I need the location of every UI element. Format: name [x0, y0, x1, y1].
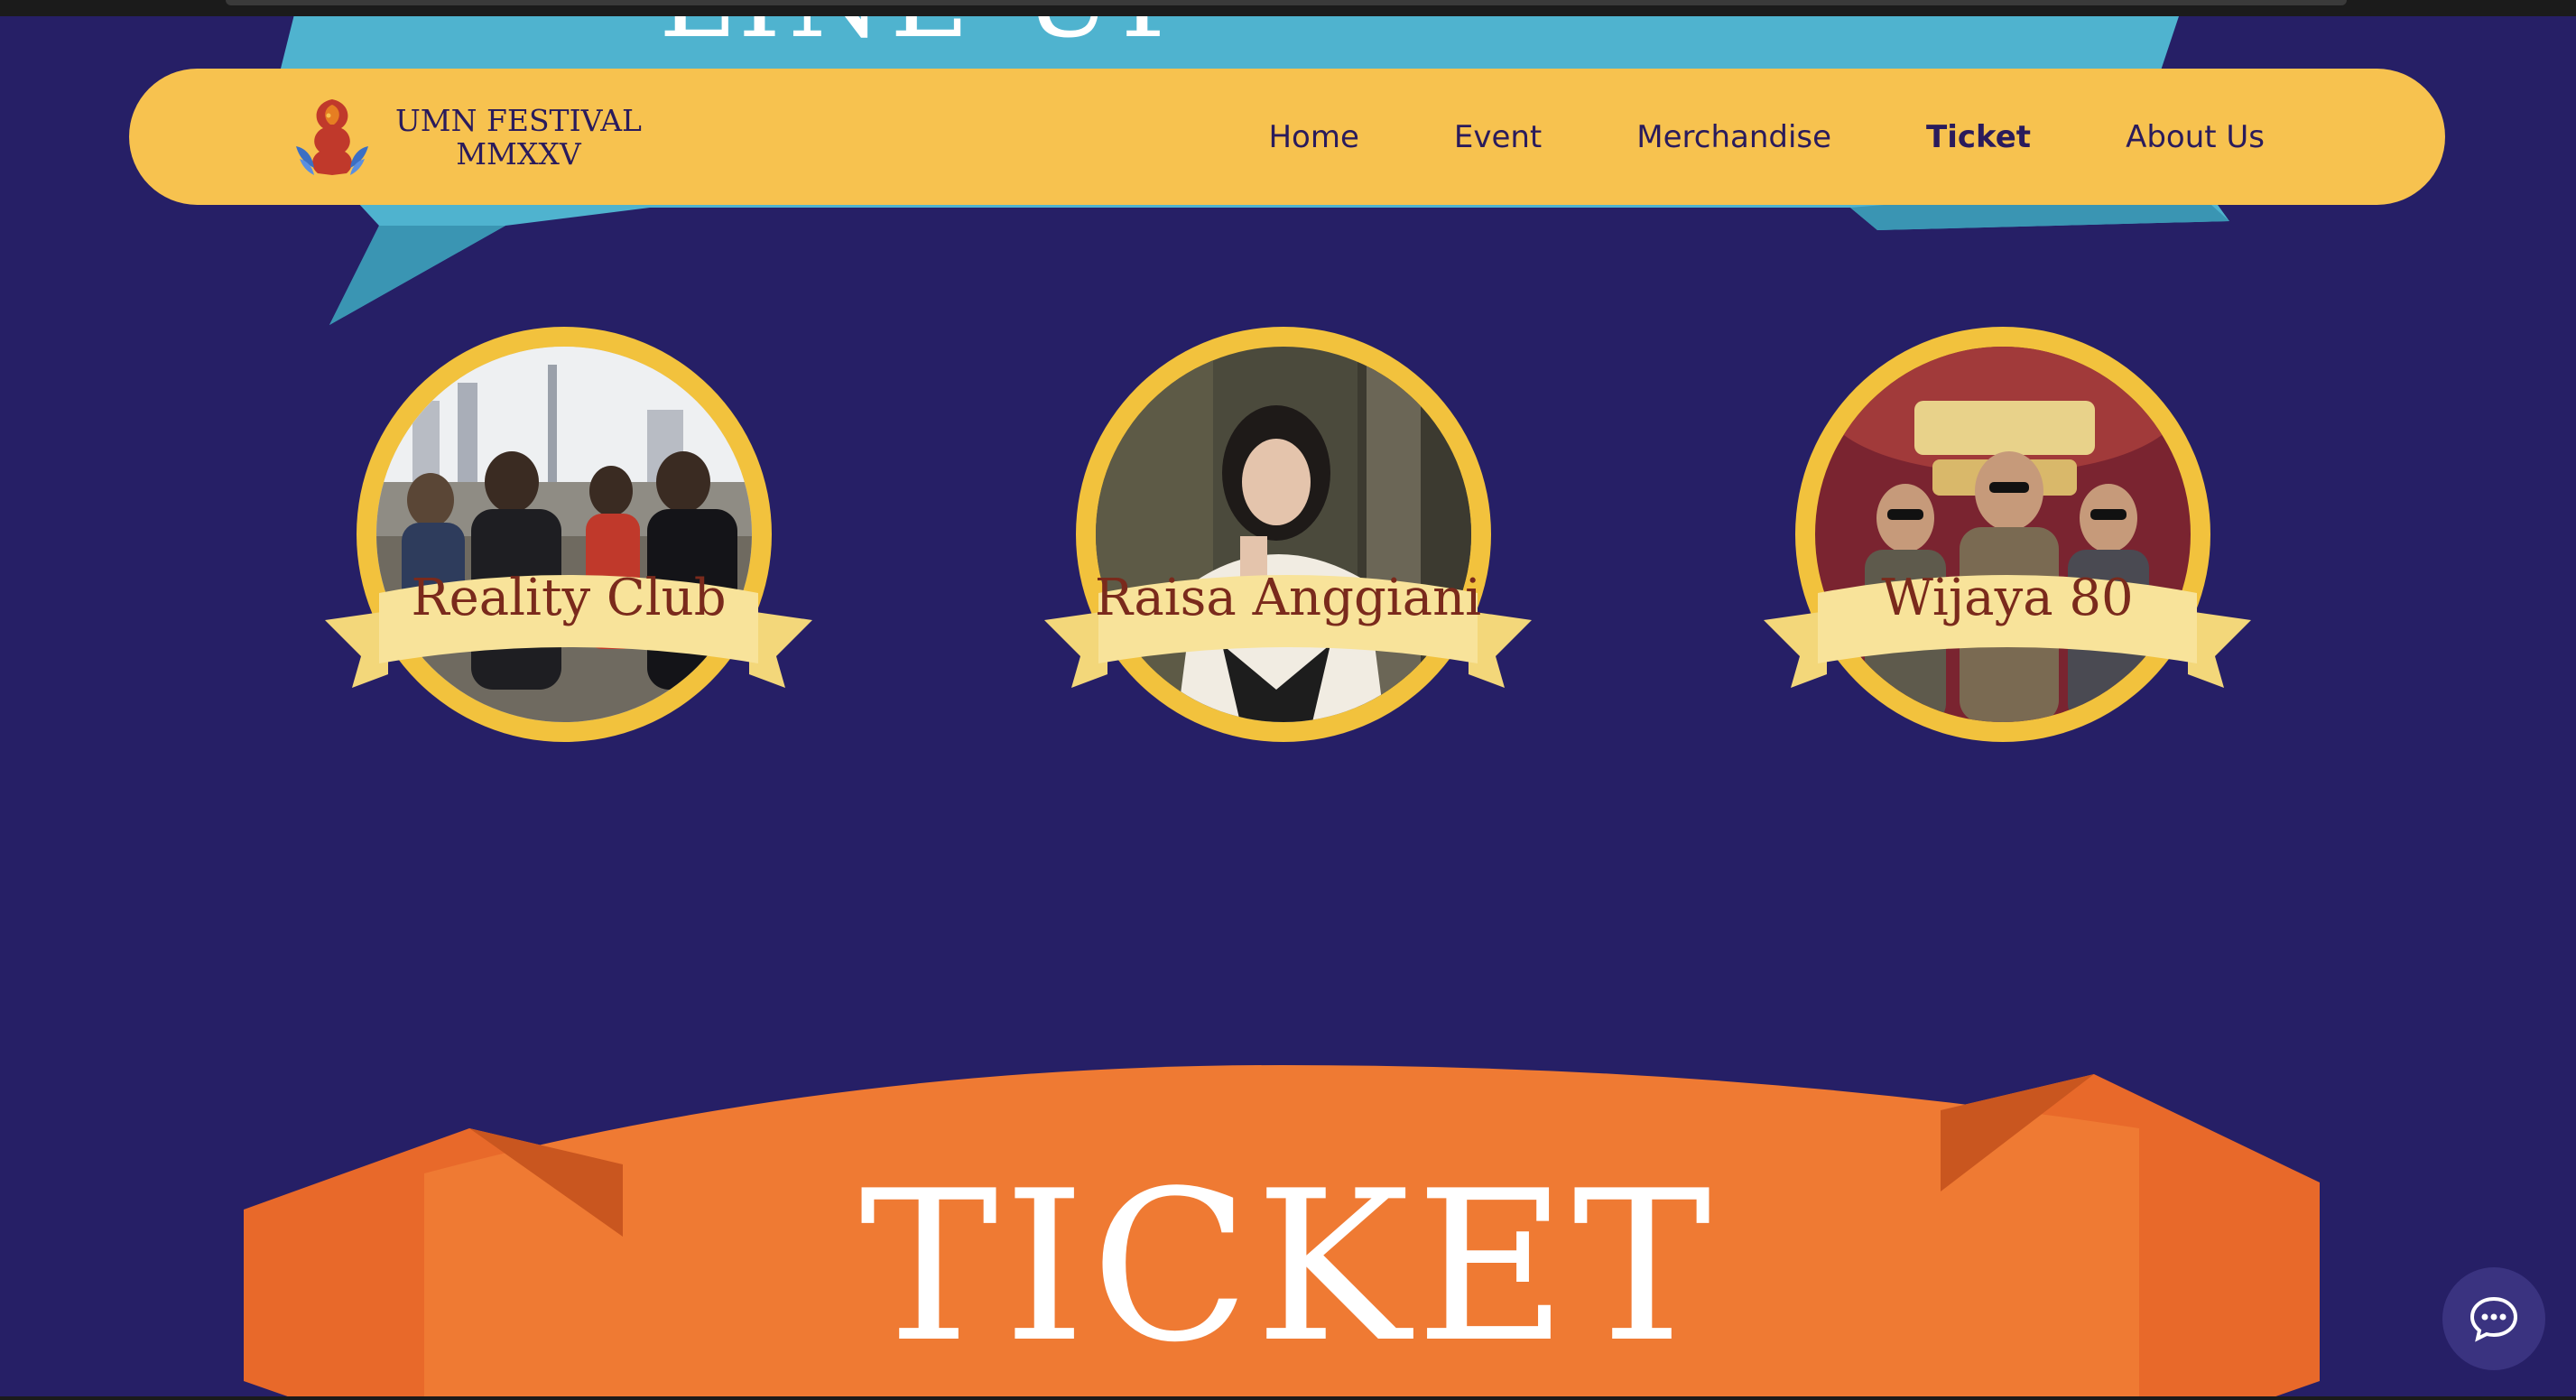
ticket-heading: TICKET: [859, 1147, 1717, 1388]
nav-event[interactable]: Event: [1454, 119, 1542, 155]
artist-name: Raisa Anggiani: [1094, 569, 1482, 627]
artist-name: Wijaya 80: [1881, 569, 2134, 627]
logo-line-1: UMN FESTIVAL: [395, 102, 642, 138]
nav-about-us[interactable]: About Us: [2126, 119, 2265, 155]
logo-text: UMN FESTIVAL MMXXV: [395, 104, 642, 171]
artist-name: Reality Club: [411, 569, 727, 627]
artist-card-wijaya-80[interactable]: Wijaya 80: [1764, 327, 2251, 751]
navbar: UMN FESTIVAL MMXXV Home Event Merchandis…: [129, 69, 2445, 205]
nav-ticket[interactable]: Ticket: [1926, 119, 2031, 155]
artist-card-raisa-anggiani[interactable]: Raisa Anggiani: [1044, 327, 1532, 751]
nav-links: Home Event Merchandise Ticket About Us: [1268, 69, 2265, 205]
page: LINE-UP UMN FESTIVAL MMXXV Home Event Me…: [0, 0, 2576, 1400]
logo[interactable]: UMN FESTIVAL MMXXV: [287, 87, 642, 187]
chat-button[interactable]: [2442, 1267, 2545, 1370]
browser-bottom-edge: [0, 1396, 2576, 1400]
nav-merchandise[interactable]: Merchandise: [1636, 119, 1831, 155]
logo-line-2: MMXXV: [456, 135, 581, 172]
browser-top-edge: [0, 0, 2576, 16]
dragon-emblem-icon: [296, 98, 368, 175]
artist-card-reality-club[interactable]: Reality Club: [325, 327, 812, 751]
chat-bubble-icon: [2469, 1296, 2518, 1342]
nav-home[interactable]: Home: [1268, 119, 1358, 155]
